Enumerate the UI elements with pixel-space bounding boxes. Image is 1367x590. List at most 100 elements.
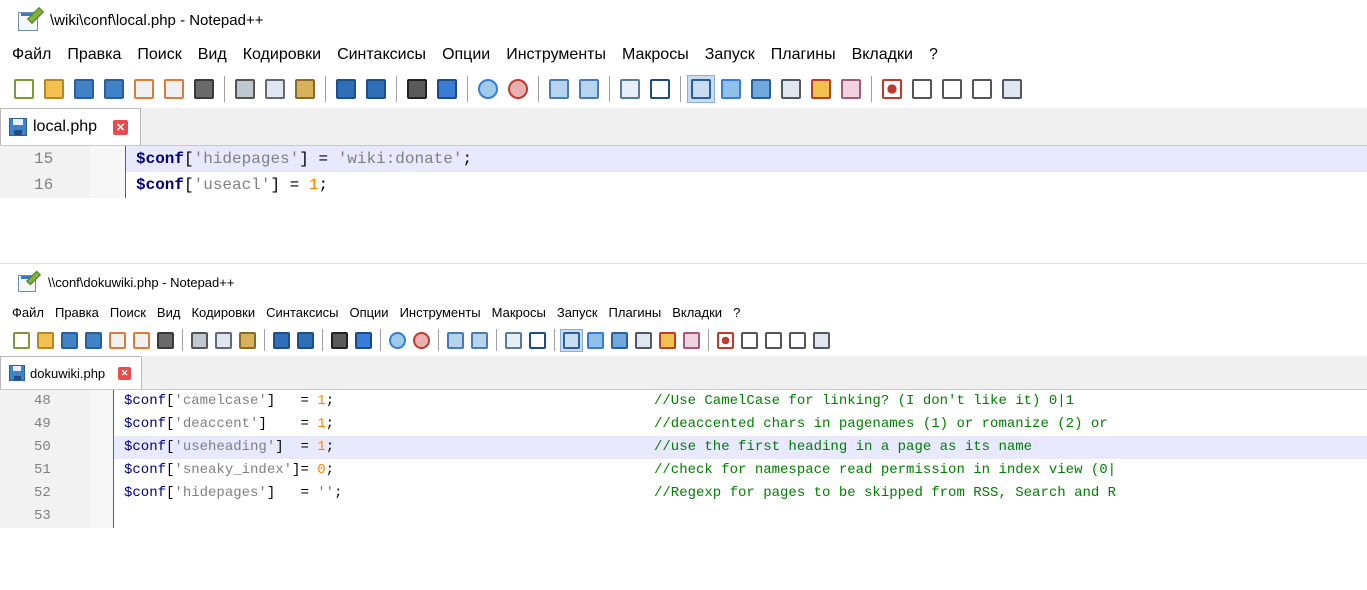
word-wrap-icon[interactable]	[616, 75, 644, 103]
menu-item[interactable]: Опции	[349, 305, 388, 320]
folder-as-workspace-icon[interactable]	[807, 75, 835, 103]
sync-horizontal-icon[interactable]	[468, 329, 491, 352]
menu-item[interactable]: Плагины	[771, 46, 836, 64]
new-file-icon[interactable]	[10, 75, 38, 103]
code-line[interactable]: 50 $conf['useheading'] = 1;//use the firs…	[0, 436, 1367, 459]
cut-icon[interactable]	[231, 75, 259, 103]
doc-map-icon[interactable]	[608, 329, 631, 352]
close-tab-icon[interactable]: ✕	[118, 366, 132, 380]
tab-local-php[interactable]: local.php ✕	[0, 108, 142, 145]
new-file-icon[interactable]	[10, 329, 33, 352]
paste-icon[interactable]	[291, 75, 319, 103]
menu-item[interactable]: Правка	[55, 305, 99, 320]
function-list-icon[interactable]	[777, 75, 805, 103]
monitoring-icon[interactable]	[680, 329, 703, 352]
menu-item[interactable]: Синтаксисы	[337, 46, 426, 64]
menu-item[interactable]: Кодировки	[243, 46, 321, 64]
indent-guide-icon[interactable]	[687, 75, 715, 103]
sync-vertical-icon[interactable]	[444, 329, 467, 352]
start-record-icon[interactable]	[878, 75, 906, 103]
menu-item[interactable]: Запуск	[705, 46, 755, 64]
save-macro-icon[interactable]	[810, 329, 833, 352]
copy-icon[interactable]	[261, 75, 289, 103]
code-line[interactable]: 49 $conf['deaccent'] = 1;//deaccented cha…	[0, 413, 1367, 436]
editor-area[interactable]: 48 $conf['camelcase'] = 1;//Use CamelCase…	[0, 390, 1367, 528]
menu-item[interactable]: ?	[929, 46, 938, 64]
menu-item[interactable]: Поиск	[110, 305, 146, 320]
print-icon[interactable]	[154, 329, 177, 352]
menu-item[interactable]: Файл	[12, 305, 44, 320]
menu-item[interactable]: Файл	[12, 46, 51, 64]
find-icon[interactable]	[403, 75, 431, 103]
menu-item[interactable]: Правка	[67, 46, 121, 64]
user-lang-icon[interactable]	[717, 75, 745, 103]
open-file-icon[interactable]	[40, 75, 68, 103]
close-all-icon[interactable]	[130, 329, 153, 352]
menu-item[interactable]: Вид	[157, 305, 181, 320]
replace-icon[interactable]	[433, 75, 461, 103]
doc-map-icon[interactable]	[747, 75, 775, 103]
zoom-out-icon[interactable]	[504, 75, 532, 103]
code-line[interactable]: 53	[0, 505, 1367, 528]
save-macro-icon[interactable]	[998, 75, 1026, 103]
menu-item[interactable]: Инструменты	[400, 305, 481, 320]
undo-icon[interactable]	[270, 329, 293, 352]
playback-icon[interactable]	[938, 75, 966, 103]
code-line[interactable]: 16 $conf['useacl'] = 1;	[0, 172, 1367, 198]
close-icon[interactable]	[130, 75, 158, 103]
playback-icon[interactable]	[762, 329, 785, 352]
user-lang-icon[interactable]	[584, 329, 607, 352]
stop-record-icon[interactable]	[738, 329, 761, 352]
find-icon[interactable]	[328, 329, 351, 352]
run-multiple-icon[interactable]	[968, 75, 996, 103]
copy-icon[interactable]	[212, 329, 235, 352]
show-all-chars-icon[interactable]	[526, 329, 549, 352]
close-tab-icon[interactable]: ✕	[113, 119, 129, 135]
menu-item[interactable]: Кодировки	[191, 305, 255, 320]
close-all-icon[interactable]	[160, 75, 188, 103]
cut-icon[interactable]	[188, 329, 211, 352]
zoom-out-icon[interactable]	[410, 329, 433, 352]
menu-item[interactable]: Вкладки	[852, 46, 913, 64]
code-line[interactable]: 48 $conf['camelcase'] = 1;//Use CamelCase…	[0, 390, 1367, 413]
editor-area[interactable]: 15 $conf['hidepages'] = 'wiki:donate'; 16 $…	[0, 146, 1367, 198]
paste-icon[interactable]	[236, 329, 259, 352]
menu-item[interactable]: Макросы	[622, 46, 689, 64]
code-line[interactable]: 52 $conf['hidepages'] = '';//Regexp for p…	[0, 482, 1367, 505]
sync-vertical-icon[interactable]	[545, 75, 573, 103]
menu-item[interactable]: Плагины	[609, 305, 662, 320]
word-wrap-icon[interactable]	[502, 329, 525, 352]
menu-item[interactable]: Опции	[442, 46, 490, 64]
menu-item[interactable]: Запуск	[557, 305, 598, 320]
indent-guide-icon[interactable]	[560, 328, 583, 352]
function-list-icon[interactable]	[632, 329, 655, 352]
sync-horizontal-icon[interactable]	[575, 75, 603, 103]
menu-item[interactable]: Макросы	[492, 305, 546, 320]
save-icon[interactable]	[58, 329, 81, 352]
run-multiple-icon[interactable]	[786, 329, 809, 352]
print-icon[interactable]	[190, 75, 218, 103]
menu-item[interactable]: Вид	[198, 46, 227, 64]
tab-dokuwiki-php[interactable]: dokuwiki.php ✕	[0, 356, 143, 389]
save-all-icon[interactable]	[100, 75, 128, 103]
stop-record-icon[interactable]	[908, 75, 936, 103]
menu-item[interactable]: Инструменты	[506, 46, 606, 64]
folder-as-workspace-icon[interactable]	[656, 329, 679, 352]
save-all-icon[interactable]	[82, 329, 105, 352]
replace-icon[interactable]	[352, 329, 375, 352]
menu-item[interactable]: Поиск	[137, 46, 181, 64]
redo-icon[interactable]	[362, 75, 390, 103]
zoom-in-icon[interactable]	[474, 75, 502, 103]
menu-item[interactable]: Вкладки	[672, 305, 722, 320]
code-line[interactable]: 15 $conf['hidepages'] = 'wiki:donate';	[0, 146, 1367, 172]
show-all-chars-icon[interactable]	[646, 75, 674, 103]
monitoring-icon[interactable]	[837, 75, 865, 103]
undo-icon[interactable]	[332, 75, 360, 103]
zoom-in-icon[interactable]	[386, 329, 409, 352]
menu-item[interactable]: ?	[733, 305, 740, 320]
close-icon[interactable]	[106, 329, 129, 352]
menu-item[interactable]: Синтаксисы	[266, 305, 338, 320]
save-icon[interactable]	[70, 75, 98, 103]
start-record-icon[interactable]	[714, 329, 737, 352]
code-line[interactable]: 51 $conf['sneaky_index']= 0;//check for n…	[0, 459, 1367, 482]
